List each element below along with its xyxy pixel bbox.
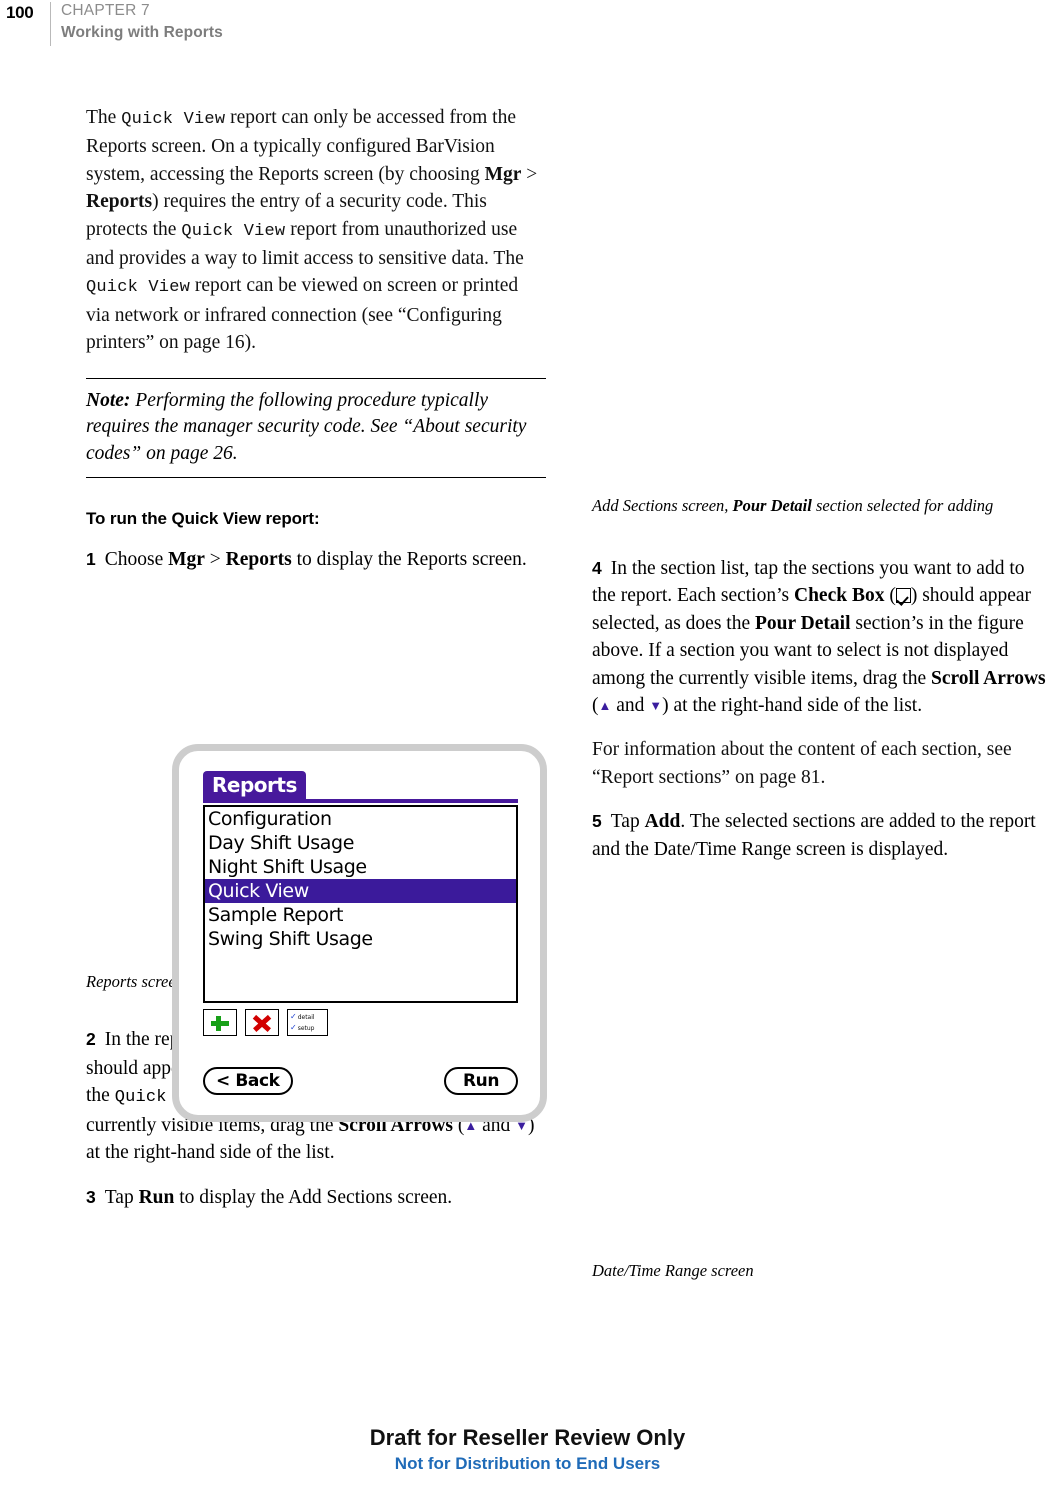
back-button[interactable]: < Back [203,1067,293,1095]
step-4-and: and [611,695,650,717]
list-item-selected[interactable]: Quick View [205,879,516,903]
note-text: Performing the following procedure typic… [86,389,527,464]
caption-2-b: section selected for adding [811,496,994,515]
detail-setup-checklist-icon[interactable]: ✓detail ✓setup [287,1009,328,1036]
list-item[interactable]: Configuration [205,807,516,831]
x-icon[interactable] [245,1009,279,1036]
note-paragraph: Note: Performing the following procedure… [86,388,546,468]
list-item[interactable]: Night Shift Usage [205,855,516,879]
right-column: Add Sections Missing Hardware Open Conta… [592,104,1052,1282]
scroll-up-arrow-icon: ▲ [598,698,612,714]
intro-mono-1: Quick View [121,110,226,129]
plus-icon[interactable] [203,1009,237,1036]
reports-title-label: Reports [212,773,297,797]
step-1-text-b: to display the Reports screen. [291,549,527,571]
step-1-bold-mgr: Mgr [168,549,205,571]
check-glyph: ✓ [290,1023,297,1032]
caption-add-sections-screen: Add Sections screen, Pour Detail section… [592,495,1052,517]
page-footer: Draft for Reseller Review Only Not for D… [0,1425,1055,1474]
caption-2-a: Add Sections screen, [592,496,733,515]
step-4-bold-scroll-arrows: Scroll Arrows [931,667,1046,689]
reports-title-tab: Reports [203,771,306,799]
step-4-text-b: ( [884,585,896,607]
step-2-number: 2 [86,1028,96,1049]
footer-draft-notice: Draft for Reseller Review Only [369,1425,686,1450]
step-3-bold-run: Run [138,1186,175,1208]
intro-paragraph: The Quick View report can only be access… [86,104,546,357]
chapter-title: Working with Reports [61,24,223,41]
step-3: 3 Tap Run to display the Add Sections scr… [86,1184,546,1211]
list-item[interactable]: Swing Shift Usage [205,927,516,951]
check-glyph: ✓ [290,1012,297,1021]
reports-title-underline [203,799,518,803]
intro-bold-reports: Reports [86,191,153,213]
procedure-heading: To run the Quick View report: [86,509,320,529]
step-3-number: 3 [86,1186,96,1207]
step-5-bold-add: Add [644,811,681,833]
run-button[interactable]: Run [444,1067,518,1095]
intro-bold-mgr: Mgr [484,163,522,185]
step-1-number: 1 [86,549,96,570]
step-4-text-f: ) at the right-hand side of the list. [662,695,923,717]
step-1: 1 Choose Mgr > Reports to display the Rep… [86,546,546,573]
datetime-figure-spacer [592,863,1052,1249]
step-4-number: 4 [592,558,602,578]
checkbox-checked-icon [895,588,911,604]
intro-mono-2: Quick View [181,221,286,241]
step-1-text-a: Choose [104,549,169,571]
report-sections-reference: For information about the content of eac… [592,739,1012,788]
step-1-gt: > [204,549,226,571]
page-number: 100 [6,3,34,22]
running-header: 100 CHAPTER 7 Working with Reports [0,0,1055,52]
figure-reports-screen: Reports Configuration Day Shift Usage Ni… [172,744,547,1122]
intro-gt: > [521,163,538,185]
reports-button-row: < Back Run [203,1067,518,1097]
step-3-text-a: Tap [104,1186,139,1208]
list-item[interactable]: Sample Report [205,903,516,927]
note-lead: Note: [86,389,131,411]
reports-icon-toolbar: ✓detail ✓setup [203,1009,336,1036]
add-sections-figure-spacer [592,104,1052,484]
list-item[interactable]: Day Shift Usage [205,831,516,855]
step-4-bold-check-box: Check Box [793,585,885,607]
step-4: 4 In the section list, tap the sections y… [592,555,1052,719]
reports-list[interactable]: Configuration Day Shift Usage Night Shif… [203,805,518,1003]
left-column: The Quick View report can only be access… [86,104,547,1211]
step-5-text-a: Tap [610,811,645,833]
setup-icon-line-1: ✓detail [290,1012,315,1021]
reports-device-inner: Reports Configuration Day Shift Usage Ni… [189,761,530,1105]
step-3-text-b: to display the Add Sections screen. [174,1186,453,1208]
intro-text-a: The [86,107,122,128]
intro-mono-3: Quick View [86,278,191,298]
scroll-down-arrow-icon: ▼ [649,698,663,714]
chapter-label: CHAPTER 7 [61,2,150,19]
note-box: Note: Performing the following procedure… [86,377,546,479]
step-4-bold-pour-detail: Pour Detail [754,612,851,634]
reports-screen: Reports Configuration Day Shift Usage Ni… [189,761,530,1105]
footer-distribution-notice: Not for Distribution to End Users [394,1454,661,1473]
caption-2-bold: Pour Detail [732,496,812,515]
step-5: 5 Tap Add. The selected sections are adde… [592,808,1052,863]
step-5-number: 5 [592,811,602,832]
caption-datetime-screen: Date/Time Range screen [592,1261,754,1281]
header-divider [50,2,51,46]
setup-icon-line-2: ✓setup [290,1023,315,1032]
step-1-bold-reports: Reports [225,549,292,571]
